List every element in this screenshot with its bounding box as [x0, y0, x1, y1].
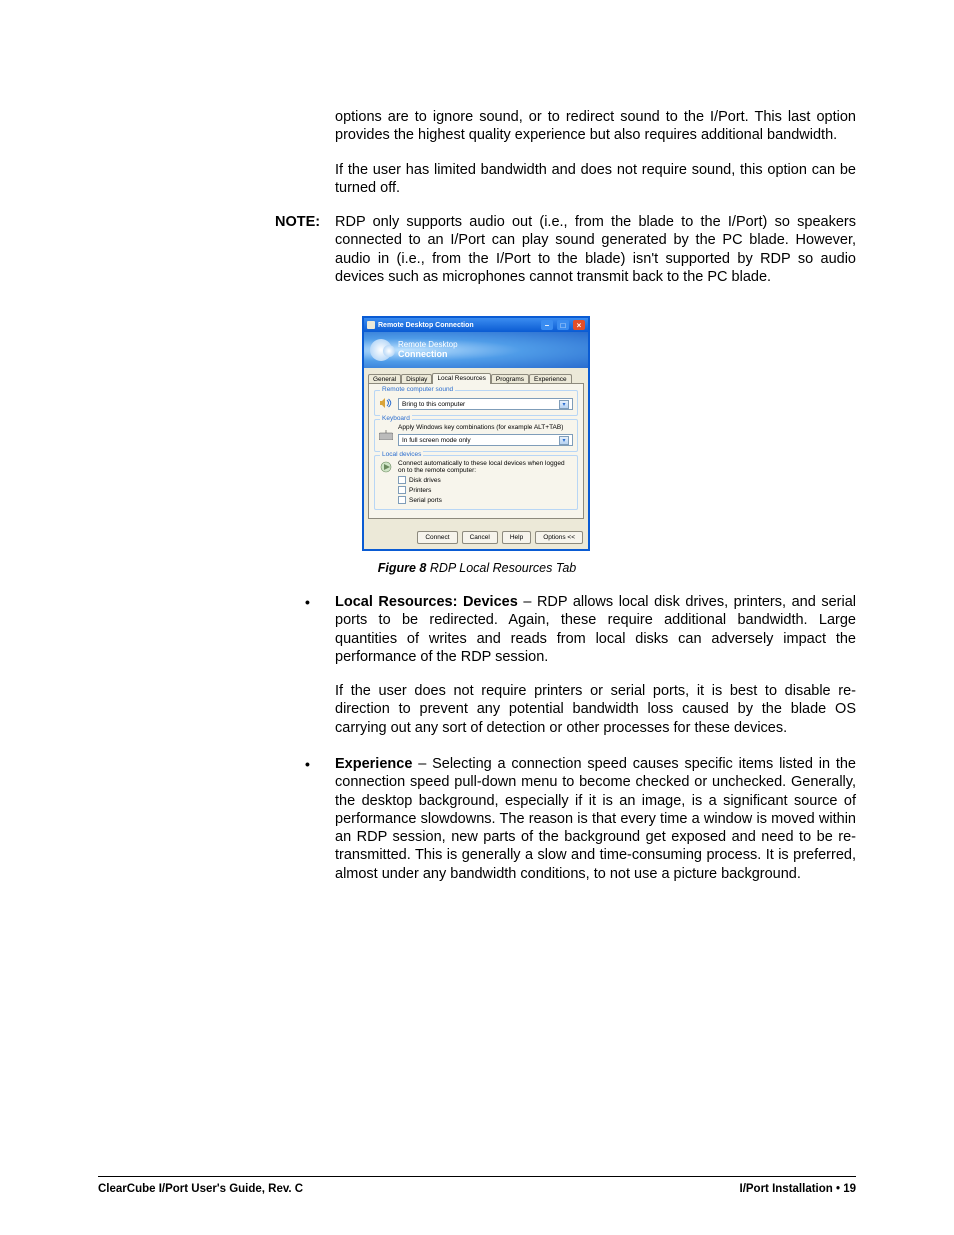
- keyboard-desc: Apply Windows key combinations (for exam…: [398, 424, 573, 431]
- footer-left: ClearCube I/Port User's Guide, Rev. C: [98, 1183, 303, 1195]
- checkbox-serial-ports[interactable]: Serial ports: [398, 496, 573, 504]
- checkbox-printers[interactable]: Printers: [398, 486, 573, 494]
- bullet-rest: – Selecting a connection speed causes sp…: [335, 756, 856, 882]
- footer-right: I/Port Installation • 19: [740, 1183, 857, 1195]
- rdp-window: Remote Desktop Connection – □ × Remote D…: [362, 316, 590, 551]
- keyboard-dropdown[interactable]: In full screen mode only ▾: [398, 434, 573, 446]
- bullet-experience: • Experience – Selecting a connection sp…: [305, 755, 856, 883]
- connect-button[interactable]: Connect: [417, 531, 457, 544]
- maximize-button[interactable]: □: [557, 320, 569, 330]
- keyboard-icon: [379, 428, 393, 442]
- legend-keyboard: Keyboard: [380, 415, 412, 422]
- bullet-body: Experience – Selecting a connection spee…: [335, 755, 856, 883]
- checkbox-label: Serial ports: [409, 497, 442, 504]
- figure-title: RDP Local Resources Tab: [426, 561, 576, 575]
- checkbox-label: Printers: [409, 487, 431, 494]
- bullet-marker: •: [305, 755, 335, 773]
- fieldset-local-devices: Local devices Connect automatically to t…: [374, 455, 578, 510]
- devices-desc: Connect automatically to these local dev…: [398, 460, 573, 474]
- rdp-banner: Remote Desktop Connection: [364, 332, 588, 368]
- note-block: NOTE: RDP only supports audio out (i.e.,…: [275, 213, 856, 286]
- chevron-down-icon[interactable]: ▾: [559, 436, 569, 445]
- figure-rdp-local-resources: Remote Desktop Connection – □ × Remote D…: [362, 316, 592, 575]
- bullet-lead: Local Resources: Devices: [335, 594, 518, 610]
- note-body: RDP only supports audio out (i.e., from …: [335, 213, 856, 286]
- rdp-banner-text: Remote Desktop Connection: [398, 341, 458, 360]
- keyboard-value: In full screen mode only: [402, 437, 471, 444]
- close-button[interactable]: ×: [573, 320, 585, 330]
- help-button[interactable]: Help: [502, 531, 531, 544]
- rdp-banner-icon: [370, 339, 392, 361]
- checkbox-label: Disk drives: [409, 477, 441, 484]
- minimize-button[interactable]: –: [541, 320, 553, 330]
- window-title: Remote Desktop Connection: [378, 322, 537, 329]
- figure-number: Figure 8: [378, 561, 427, 575]
- sound-value: Bring to this computer: [402, 401, 465, 408]
- legend-sound: Remote computer sound: [380, 386, 455, 393]
- footer-section: I/Port Installation •: [740, 1183, 844, 1195]
- para-sound-off: If the user has limited bandwidth and do…: [335, 161, 856, 198]
- rdp-tabstrip: General Display Local Resources Programs…: [364, 368, 588, 384]
- rdp-titlebar: Remote Desktop Connection – □ ×: [364, 318, 588, 332]
- bullet-body: Local Resources: Devices – RDP allows lo…: [335, 593, 856, 666]
- page-footer: ClearCube I/Port User's Guide, Rev. C I/…: [98, 1176, 856, 1195]
- footer-page-number: 19: [843, 1183, 856, 1195]
- fieldset-sound: Remote computer sound Bring to this comp…: [374, 390, 578, 416]
- bullet-devices-sub: If the user does not require printers or…: [335, 682, 856, 737]
- checkbox-box[interactable]: [398, 496, 406, 504]
- bullet-lead: Experience: [335, 756, 412, 772]
- checkbox-box[interactable]: [398, 476, 406, 484]
- fieldset-keyboard: Keyboard Apply Windows key combinations …: [374, 419, 578, 452]
- legend-devices: Local devices: [380, 451, 423, 458]
- device-icon: [379, 460, 393, 474]
- cancel-button[interactable]: Cancel: [462, 531, 498, 544]
- app-icon: [367, 321, 375, 329]
- note-label: NOTE:: [275, 213, 335, 231]
- sound-dropdown[interactable]: Bring to this computer ▾: [398, 398, 573, 410]
- options-button[interactable]: Options <<: [535, 531, 583, 544]
- speaker-icon: [379, 396, 393, 410]
- rdp-pane: Remote computer sound Bring to this comp…: [368, 383, 584, 519]
- banner-line2: Connection: [398, 350, 458, 360]
- chevron-down-icon[interactable]: ▾: [559, 400, 569, 409]
- checkbox-box[interactable]: [398, 486, 406, 494]
- tab-local-resources[interactable]: Local Resources: [432, 373, 490, 384]
- bullet-local-resources-devices: • Local Resources: Devices – RDP allows …: [305, 593, 856, 666]
- figure-caption: Figure 8 RDP Local Resources Tab: [362, 561, 592, 575]
- checkbox-disk-drives[interactable]: Disk drives: [398, 476, 573, 484]
- rdp-button-row: Connect Cancel Help Options <<: [364, 526, 588, 549]
- bullet-marker: •: [305, 593, 335, 611]
- para-sound-options: options are to ignore sound, or to redir…: [335, 108, 856, 145]
